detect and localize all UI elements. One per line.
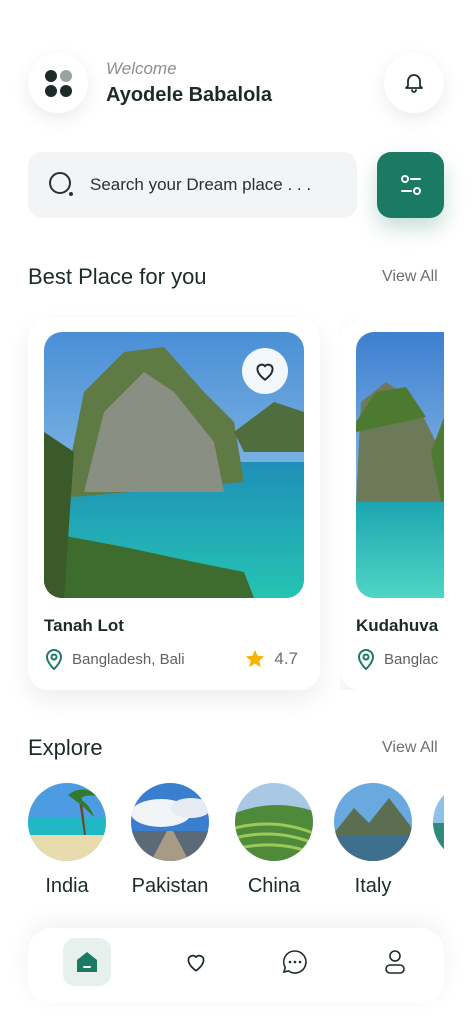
home-icon bbox=[77, 952, 97, 972]
nav-favorites[interactable] bbox=[172, 938, 220, 986]
place-name: Kudahuva bbox=[356, 616, 439, 635]
place-location: Banglac bbox=[356, 648, 438, 670]
place-card[interactable]: Kudahuva Banglac bbox=[340, 318, 444, 690]
filter-icon bbox=[400, 175, 421, 195]
profile-icon bbox=[385, 950, 405, 974]
search-input[interactable]: Search your Dream place . . . bbox=[28, 152, 357, 218]
bell-icon bbox=[405, 74, 423, 93]
explore-title: Explore bbox=[28, 735, 103, 760]
explore-label: Pakistan bbox=[131, 875, 209, 897]
place-rating: 4.7 bbox=[244, 648, 298, 670]
explore-item-china[interactable]: China bbox=[234, 783, 314, 898]
place-image bbox=[44, 332, 304, 598]
place-card[interactable]: Tanah Lot Bangladesh, Bali 4.7 bbox=[28, 318, 320, 690]
nav-messages[interactable] bbox=[271, 938, 319, 986]
place-location-text: Bangladesh, Bali bbox=[72, 650, 185, 668]
nav-home[interactable] bbox=[63, 938, 111, 986]
place-image bbox=[356, 332, 444, 598]
explore-view-all[interactable]: View All bbox=[382, 739, 438, 757]
rating-value: 4.7 bbox=[274, 649, 298, 668]
star-icon bbox=[246, 649, 265, 668]
bottom-navigation bbox=[28, 928, 444, 1003]
welcome-text: Welcome bbox=[106, 59, 177, 78]
best-place-view-all[interactable]: View All bbox=[382, 268, 438, 286]
heart-icon bbox=[256, 363, 274, 381]
explore-item-india[interactable]: India bbox=[27, 783, 107, 898]
place-location: Bangladesh, Bali bbox=[44, 648, 185, 670]
explore-image bbox=[28, 783, 106, 861]
explore-label: Italy bbox=[354, 875, 392, 897]
favorite-button[interactable] bbox=[242, 348, 288, 394]
search-icon bbox=[49, 172, 73, 196]
menu-button[interactable] bbox=[28, 53, 88, 113]
heart-icon bbox=[187, 954, 205, 972]
explore-label: India bbox=[45, 875, 89, 897]
best-place-title: Best Place for you bbox=[28, 264, 207, 289]
explore-image bbox=[334, 783, 412, 861]
explore-label: China bbox=[247, 875, 301, 897]
explore-item-pakistan[interactable]: Pakistan bbox=[130, 783, 210, 898]
user-name: Ayodele Babalola bbox=[106, 84, 272, 106]
grid-dots-icon bbox=[44, 69, 72, 97]
notification-button[interactable] bbox=[384, 53, 444, 113]
place-location-text: Banglac bbox=[384, 650, 439, 668]
nav-profile[interactable] bbox=[371, 938, 419, 986]
explore-item-italy[interactable]: Italy bbox=[333, 783, 413, 898]
filter-button[interactable] bbox=[377, 152, 444, 218]
location-pin-icon bbox=[357, 649, 375, 670]
chat-icon bbox=[282, 950, 307, 974]
explore-item-partial bbox=[433, 783, 444, 861]
place-card-clip: Kudahuva Banglac bbox=[340, 318, 444, 690]
explore-image bbox=[235, 783, 313, 861]
place-name: Tanah Lot bbox=[44, 616, 124, 635]
search-placeholder: Search your Dream place . . . bbox=[90, 175, 312, 194]
explore-image bbox=[131, 783, 209, 861]
location-pin-icon bbox=[45, 649, 63, 670]
